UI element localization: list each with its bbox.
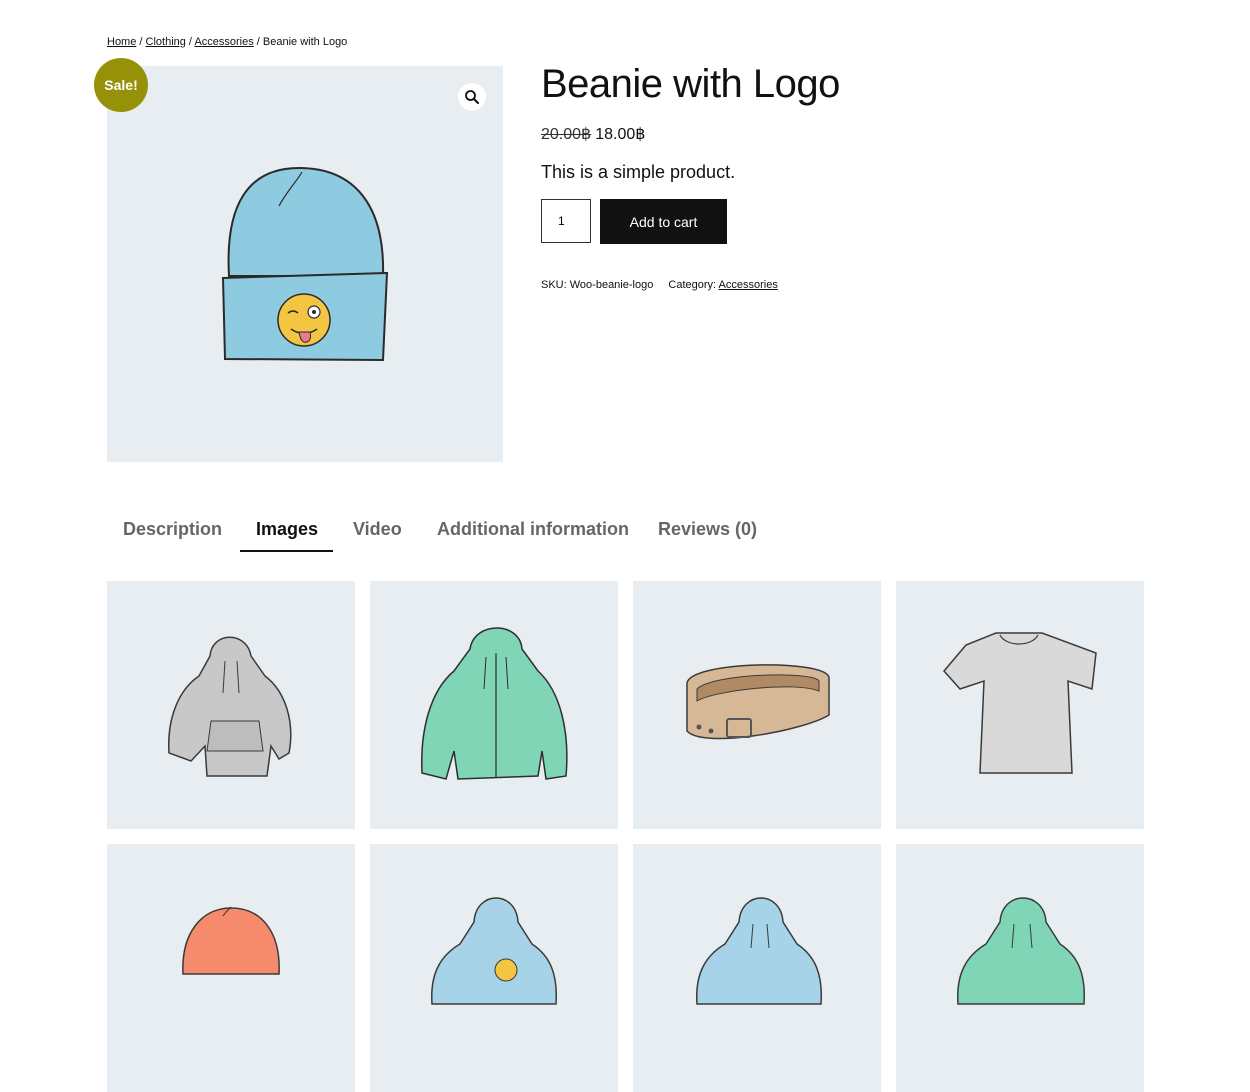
regular-price: 20.00฿	[541, 126, 592, 143]
breadcrumb-home-link[interactable]: Home	[107, 36, 136, 48]
product-price: 20.00฿ 18.00฿	[541, 124, 645, 144]
product-meta: SKU: Woo-beanie-logo Category: Accessori…	[541, 279, 778, 291]
breadcrumb-accessories-link[interactable]: Accessories	[194, 36, 253, 48]
breadcrumb-current: Beanie with Logo	[262, 36, 348, 48]
gallery-tile-green-zip-hoodie[interactable]	[370, 581, 618, 829]
short-description: This is a simple product.	[541, 162, 736, 182]
add-to-cart-button[interactable]: Add to cart	[600, 199, 727, 244]
orange-beanie-image	[182, 906, 280, 975]
product-main-image[interactable]	[107, 66, 503, 462]
gray-tshirt-image	[943, 632, 1097, 774]
sale-price: 18.00฿	[595, 126, 646, 143]
gallery-tile-gray-hoodie[interactable]	[107, 581, 355, 829]
gray-hoodie-image	[168, 636, 292, 777]
breadcrumb-separator: /	[136, 36, 146, 48]
category-label: Category:	[668, 279, 717, 291]
tab-reviews[interactable]: Reviews (0)	[658, 519, 757, 540]
breadcrumb-clothing-link[interactable]: Clothing	[146, 36, 186, 48]
gallery-tile-belt[interactable]	[633, 581, 881, 829]
blue-beanie-image	[221, 166, 389, 362]
gallery-tile-orange-beanie[interactable]	[107, 844, 355, 1092]
magnifier-icon	[465, 90, 479, 104]
tab-description[interactable]: Description	[123, 519, 222, 540]
green-hoodie-image	[957, 897, 1086, 1005]
tab-video[interactable]: Video	[353, 519, 402, 540]
tab-images[interactable]: Images	[256, 519, 318, 540]
blue-hoodie-image	[696, 897, 823, 1005]
blue-hoodie-logo-image	[431, 897, 558, 1005]
product-title: Beanie with Logo	[541, 62, 840, 106]
zoom-button[interactable]	[458, 83, 486, 111]
sku-label: SKU:	[541, 279, 567, 291]
category-link[interactable]: Accessories	[719, 279, 778, 291]
gallery-tile-gray-tshirt[interactable]	[896, 581, 1144, 829]
tab-additional-information[interactable]: Additional information	[437, 519, 629, 540]
quantity-input[interactable]	[541, 199, 591, 243]
belt-image	[686, 664, 830, 740]
gallery-tile-blue-hoodie-logo[interactable]	[370, 844, 618, 1092]
sale-badge: Sale!	[94, 58, 148, 112]
breadcrumb-separator: /	[253, 36, 263, 48]
breadcrumb: Home / Clothing / Accessories / Beanie w…	[107, 36, 347, 48]
green-zip-hoodie-image	[421, 627, 568, 780]
active-tab-indicator	[240, 550, 333, 552]
gallery-tile-green-hoodie[interactable]	[896, 844, 1144, 1092]
gallery-tile-blue-hoodie[interactable]	[633, 844, 881, 1092]
sku-value: Woo-beanie-logo	[569, 279, 654, 291]
